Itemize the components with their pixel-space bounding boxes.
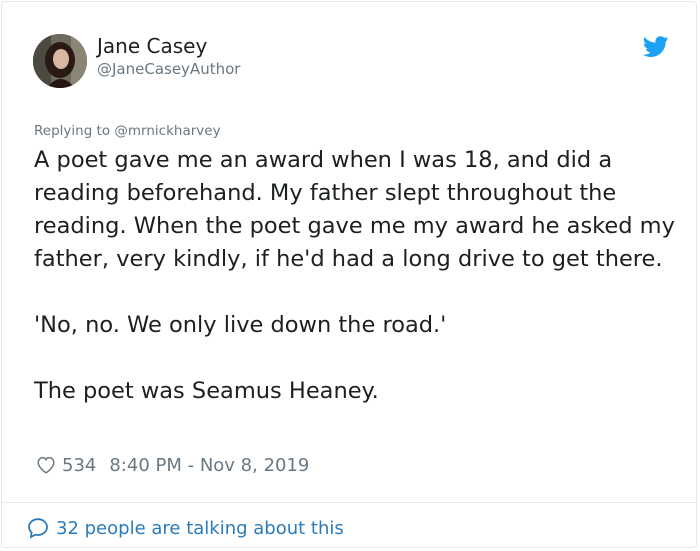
conversation-label[interactable]: 32 people are talking about this [56, 518, 344, 539]
speech-bubble-icon [28, 518, 48, 539]
replying-to: Replying to @mrnickharvey [34, 122, 221, 140]
tweet-meta: 534 8:40 PM - Nov 8, 2019 [35, 452, 309, 478]
divider [2, 502, 696, 503]
like-count[interactable]: 534 [62, 455, 96, 476]
tweet-paragraph: The poet was Seamus Heaney. [34, 378, 379, 404]
tweet-paragraph: A poet gave me an award when I was 18, a… [34, 147, 683, 272]
conversation-link[interactable]: 32 people are talking about this [26, 515, 344, 541]
tweet-timestamp[interactable]: 8:40 PM - Nov 8, 2019 [109, 455, 309, 476]
author-name[interactable]: Jane Casey [97, 34, 207, 58]
tweet-card: Jane Casey @JaneCaseyAuthor Replying to … [1, 1, 697, 548]
tweet-text: A poet gave me an award when I was 18, a… [34, 144, 679, 408]
heart-icon[interactable] [35, 454, 57, 476]
author-handle[interactable]: @JaneCaseyAuthor [97, 60, 240, 79]
twitter-bird-icon[interactable] [643, 36, 669, 58]
reply-mention-link[interactable]: @mrnickharvey [114, 123, 220, 139]
avatar[interactable] [33, 34, 87, 88]
replying-to-label: Replying to [34, 123, 115, 139]
tweet-paragraph: 'No, no. We only live down the road.' [34, 312, 447, 338]
author-photo [33, 34, 87, 88]
